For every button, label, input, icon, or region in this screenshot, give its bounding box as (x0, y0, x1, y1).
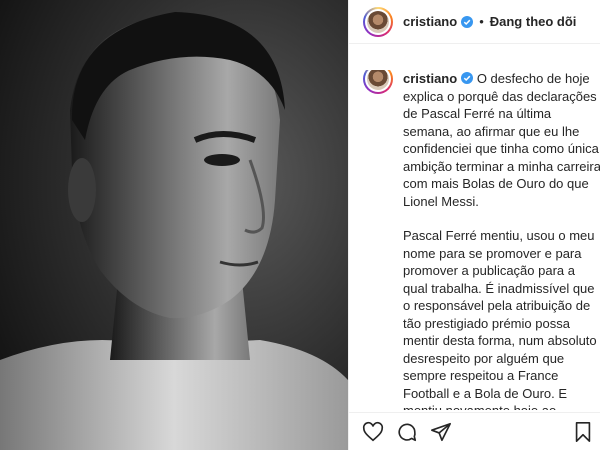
comment-button[interactable] (395, 420, 419, 444)
like-button[interactable] (361, 420, 385, 444)
header-username[interactable]: cristiano (403, 14, 457, 29)
share-button[interactable] (429, 420, 453, 444)
caption-row: cristiano O desfecho de hoje explica o p… (363, 70, 600, 410)
caption-verified-badge-icon (461, 72, 474, 84)
share-icon (431, 422, 451, 441)
comment-icon (398, 423, 417, 441)
caption-paragraph-2: Pascal Ferré mentiu, usou o meu nome par… (403, 228, 597, 410)
follow-status-button[interactable]: Đang theo dõi (490, 14, 577, 29)
caption-avatar[interactable] (363, 70, 393, 94)
bookmark-icon (575, 421, 591, 442)
portrait-image (0, 0, 348, 450)
avatar[interactable] (363, 6, 393, 37)
header-separator: • (479, 14, 484, 29)
save-button[interactable] (571, 420, 595, 444)
post-header: cristiano • Đang theo dõi (349, 0, 600, 44)
heart-icon (362, 421, 384, 441)
post-photo[interactable] (0, 0, 348, 450)
post-side-panel: cristiano • Đang theo dõi cristiano O de… (348, 0, 600, 450)
verified-badge-icon (461, 15, 474, 28)
caption-username[interactable]: cristiano (403, 71, 457, 86)
caption-area: cristiano O desfecho de hoje explica o p… (349, 70, 600, 410)
caption-text: cristiano O desfecho de hoje explica o p… (403, 70, 600, 410)
post-actions-bar (349, 412, 600, 450)
caption-paragraph-1: O desfecho de hoje explica o porquê das … (403, 71, 600, 209)
